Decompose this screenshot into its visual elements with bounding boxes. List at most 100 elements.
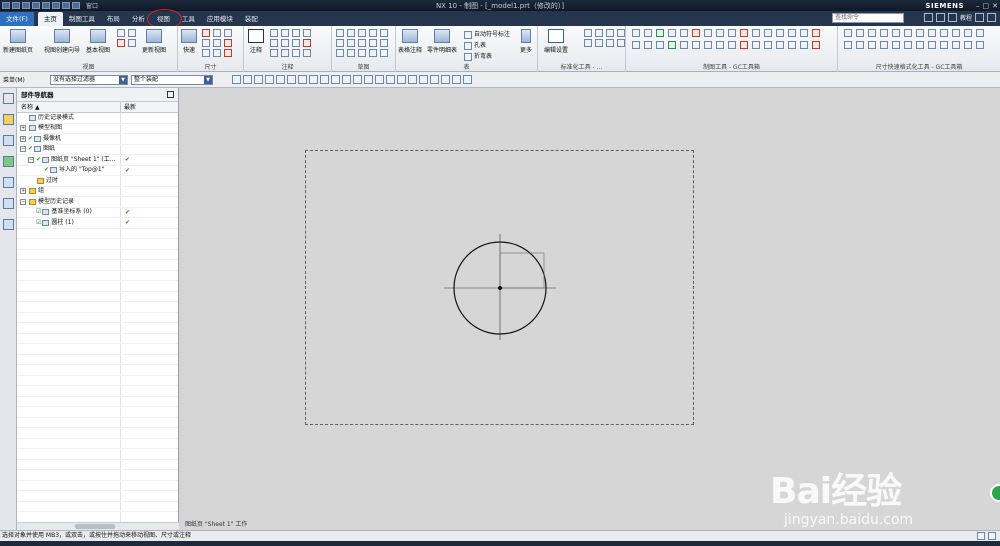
snap-7-icon[interactable] — [298, 75, 307, 84]
image-icon[interactable] — [303, 49, 311, 57]
maximize-icon[interactable] — [167, 91, 174, 98]
tree-row[interactable]: 过时 — [17, 176, 178, 187]
fmt-tool-11-icon[interactable] — [964, 29, 972, 37]
gc-tool-11-icon[interactable] — [752, 29, 760, 37]
fmt-tool-5-icon[interactable] — [892, 29, 900, 37]
gc-tool-2-icon[interactable] — [644, 29, 652, 37]
snap-2-icon[interactable] — [243, 75, 252, 84]
expand-toggle-icon[interactable]: + — [20, 125, 26, 132]
fmt-tool-19-icon[interactable] — [916, 41, 924, 49]
update-view-button[interactable]: 更新视图 — [142, 29, 166, 54]
gc-tool-16-icon[interactable] — [812, 29, 820, 37]
gc-tool-5-icon[interactable] — [680, 29, 688, 37]
gc-tool-30-icon[interactable] — [788, 41, 796, 49]
snap-3-icon[interactable] — [254, 75, 263, 84]
assembly-navigator-icon[interactable] — [2, 114, 14, 125]
gc-tool-32-icon[interactable] — [812, 41, 820, 49]
visibility-check-icon[interactable]: ✔ — [44, 166, 49, 176]
spline-icon[interactable] — [358, 49, 366, 57]
snap-14-icon[interactable] — [375, 75, 384, 84]
snap-20-icon[interactable] — [441, 75, 450, 84]
auto-balloon-button[interactable]: 自动符号标注 — [464, 29, 510, 39]
graphics-window[interactable]: 图纸页 "Sheet 1" 工作 — [181, 88, 1000, 530]
gc-tool-1-icon[interactable] — [632, 29, 640, 37]
snap-6-icon[interactable] — [287, 75, 296, 84]
snap-1-icon[interactable] — [232, 75, 241, 84]
selection-scope-dropdown[interactable]: 整个装配 ▼ — [131, 75, 213, 85]
snap-12-icon[interactable] — [353, 75, 362, 84]
extend-icon[interactable] — [380, 49, 388, 57]
coordinate-dim-icon[interactable] — [224, 49, 232, 57]
hole-table-button[interactable]: 孔表 — [464, 40, 486, 50]
fmt-tool-6-icon[interactable] — [904, 29, 912, 37]
column-latest-header[interactable]: 最新 — [121, 102, 136, 112]
gc-tool-4-icon[interactable] — [668, 29, 676, 37]
drawing-view[interactable] — [181, 88, 1000, 530]
std-tool-1-icon[interactable] — [584, 29, 592, 37]
std-tool-5-icon[interactable] — [584, 39, 592, 47]
tab-layout[interactable]: 布局 — [101, 12, 126, 26]
tree-row[interactable]: − ✔ 图纸页 "Sheet 1" (工... ✔ — [17, 155, 178, 166]
gc-tool-10-icon[interactable] — [740, 29, 748, 37]
std-tool-6-icon[interactable] — [595, 39, 603, 47]
tab-application[interactable]: 应用模块 — [201, 12, 239, 26]
view-wizard-button[interactable]: 视图创建向导 — [44, 29, 80, 54]
thickness-dim-icon[interactable] — [213, 39, 221, 47]
settings-icon[interactable] — [380, 39, 388, 47]
tab-home[interactable]: 主页 — [37, 12, 63, 26]
restore-icon[interactable] — [975, 13, 984, 22]
new-sheet-button[interactable]: 新建图纸页 — [3, 29, 33, 54]
gc-tool-9-icon[interactable] — [728, 29, 736, 37]
expand-toggle-icon[interactable]: − — [20, 198, 26, 205]
tree-row[interactable]: + 组 — [17, 186, 178, 197]
expand-toggle-icon[interactable]: − — [28, 156, 34, 163]
centerline-icon[interactable] — [270, 49, 278, 57]
history-icon[interactable] — [2, 198, 14, 209]
rectangle-icon[interactable] — [347, 29, 355, 37]
tree-row[interactable]: 历史记录模式 — [17, 113, 178, 124]
fmt-tool-3-icon[interactable] — [868, 29, 876, 37]
fmt-tool-20-icon[interactable] — [928, 41, 936, 49]
snap-11-icon[interactable] — [342, 75, 351, 84]
balloon-icon[interactable] — [292, 29, 300, 37]
gc-tool-22-icon[interactable] — [692, 41, 700, 49]
line-icon[interactable] — [358, 29, 366, 37]
expand-toggle-icon[interactable]: + — [20, 188, 26, 195]
visibility-check-icon[interactable]: ☑ — [36, 218, 41, 228]
datum-feature-icon[interactable] — [281, 29, 289, 37]
scrollbar-thumb[interactable] — [75, 524, 115, 529]
close-button[interactable]: ✕ — [992, 2, 998, 10]
more-button[interactable]: 更多 — [520, 29, 532, 54]
navigator-scrollbar[interactable] — [17, 522, 179, 530]
fmt-tool-18-icon[interactable] — [904, 41, 912, 49]
gc-tool-17-icon[interactable] — [632, 41, 640, 49]
gc-tool-6-icon[interactable] — [692, 29, 700, 37]
std-tool-3-icon[interactable] — [606, 29, 614, 37]
fmt-tool-17-icon[interactable] — [892, 41, 900, 49]
snap-18-icon[interactable] — [419, 75, 428, 84]
gc-tool-12-icon[interactable] — [764, 29, 772, 37]
gc-tool-14-icon[interactable] — [788, 29, 796, 37]
tree-row[interactable]: ☑ 圆柱 (1) ✔ — [17, 218, 178, 229]
tab-view[interactable]: 视图 — [146, 9, 182, 29]
edit-settings-button[interactable]: 编辑设置 — [544, 29, 568, 54]
fmt-tool-13-icon[interactable] — [844, 41, 852, 49]
snap-10-icon[interactable] — [331, 75, 340, 84]
break-view-icon[interactable] — [128, 39, 136, 47]
fmt-tool-7-icon[interactable] — [916, 29, 924, 37]
snap-4-icon[interactable] — [265, 75, 274, 84]
gc-tool-8-icon[interactable] — [716, 29, 724, 37]
snap-21-icon[interactable] — [452, 75, 461, 84]
tree-row[interactable]: + 模型视图 — [17, 123, 178, 134]
web-browser-icon[interactable] — [2, 177, 14, 188]
parts-list-button[interactable]: 零件明细表 — [427, 29, 457, 54]
maximize-button[interactable]: □ — [983, 2, 990, 10]
command-search-input[interactable]: 查找命令 — [832, 13, 904, 23]
snap-17-icon[interactable] — [408, 75, 417, 84]
gc-tool-26-icon[interactable] — [740, 41, 748, 49]
angular-dim-icon[interactable] — [224, 29, 232, 37]
radial-dim-icon[interactable] — [213, 29, 221, 37]
tree-row[interactable]: ☑ 基准坐标系 (0) ✔ — [17, 207, 178, 218]
fullscreen-icon[interactable] — [977, 532, 985, 540]
fmt-tool-16-icon[interactable] — [880, 41, 888, 49]
